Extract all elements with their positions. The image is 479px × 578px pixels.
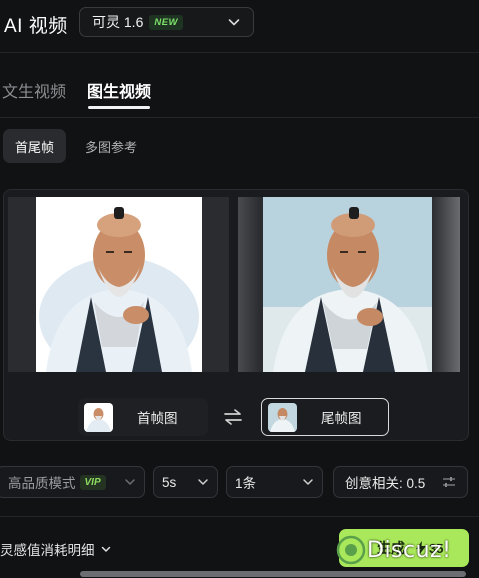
page-title: AI 视频 <box>4 16 68 37</box>
slider-icon <box>443 477 455 487</box>
generate-button[interactable]: 生成 35 <box>339 529 469 567</box>
quality-mode-select[interactable]: 高品质模式 VIP <box>0 466 145 498</box>
creativity-setting[interactable]: 创意相关: 0.5 <box>333 466 468 498</box>
last-frame-label: 尾帧图 <box>321 411 362 426</box>
chevron-down-icon <box>303 479 313 485</box>
first-frame-thumbnail <box>84 402 113 432</box>
subtab-multi-image-reference[interactable]: 多图参考 <box>85 129 137 163</box>
first-frame-preview[interactable] <box>8 197 229 372</box>
first-frame-chip[interactable]: 首帧图 <box>78 398 208 436</box>
subtab-first-last-frame[interactable]: 首尾帧 <box>3 129 66 163</box>
generate-label: 生成 <box>377 540 405 556</box>
count-select[interactable]: 1条 <box>226 466 323 498</box>
duration-value: 5s <box>162 474 177 490</box>
chevron-down-icon <box>228 19 240 26</box>
last-frame-thumbnail <box>268 402 297 432</box>
last-frame-image <box>263 197 436 372</box>
model-select[interactable]: 可灵 1.6 NEW <box>79 7 254 37</box>
header: AI 视频 可灵 1.6 NEW <box>0 0 479 50</box>
new-badge: NEW <box>149 14 184 30</box>
tab-text-to-video[interactable]: 文生视频 <box>2 78 66 102</box>
vip-badge: VIP <box>79 474 106 490</box>
energy-icon <box>416 541 426 555</box>
quality-mode-label: 高品质模式 <box>8 476 76 491</box>
first-frame-image <box>36 197 202 372</box>
footer-divider <box>0 516 479 517</box>
active-tab-indicator <box>88 106 150 109</box>
last-frame-preview[interactable] <box>238 197 460 372</box>
chevron-down-icon <box>198 479 208 485</box>
last-frame-chip[interactable]: 尾帧图 <box>261 398 389 436</box>
model-select-value: 可灵 1.6 <box>92 14 144 30</box>
generate-cost: 35 <box>429 540 444 556</box>
chevron-down-icon <box>101 546 110 552</box>
duration-select[interactable]: 5s <box>153 466 218 498</box>
count-value: 1条 <box>235 476 257 491</box>
tabs-divider <box>0 117 479 118</box>
cost-details-label: 灵感值消耗明细 <box>0 543 95 558</box>
swap-icon[interactable] <box>222 406 244 428</box>
tab-image-to-video[interactable]: 图生视频 <box>87 78 151 102</box>
first-frame-label: 首帧图 <box>137 411 178 426</box>
scrollbar-thumb[interactable] <box>80 571 466 577</box>
cost-details-toggle[interactable]: 灵感值消耗明细 <box>0 539 112 559</box>
creativity-label: 创意相关: 0.5 <box>345 476 426 491</box>
header-divider <box>0 52 479 53</box>
chevron-down-icon <box>125 479 135 485</box>
